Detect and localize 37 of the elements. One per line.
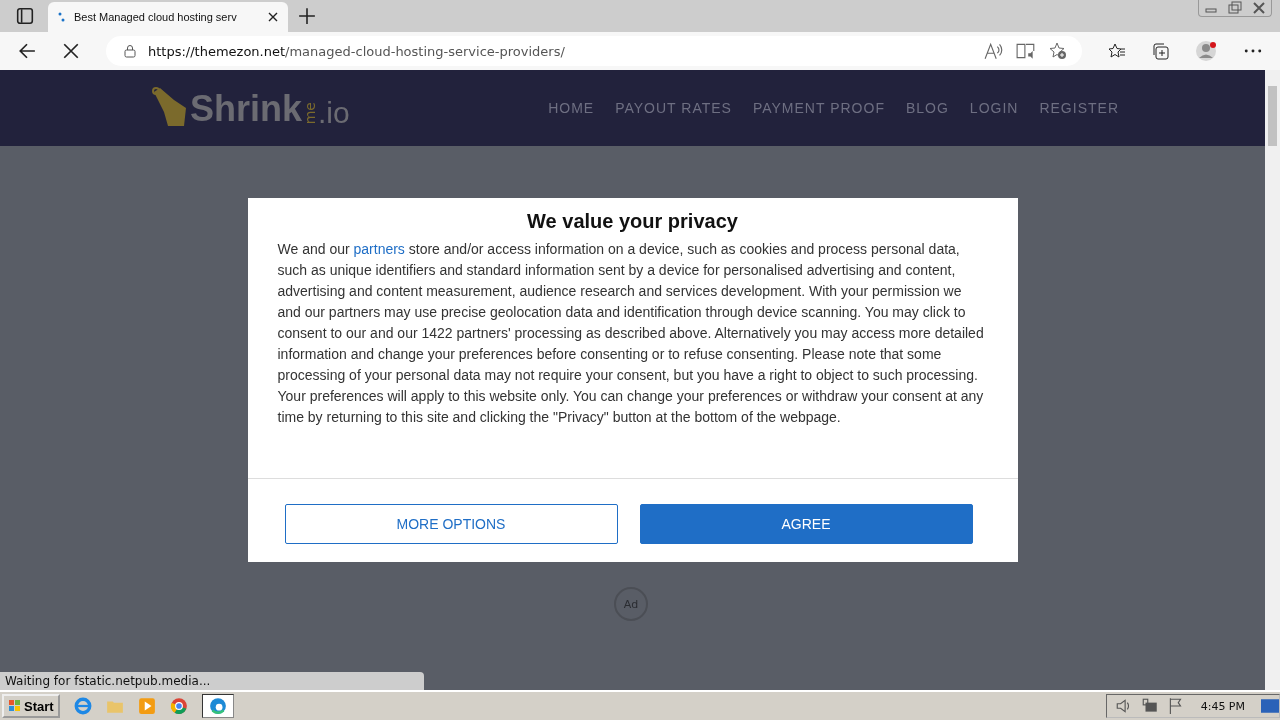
nav-link[interactable]: HOME	[548, 100, 595, 116]
add-favorite-icon[interactable]	[1048, 42, 1068, 60]
chrome-icon[interactable]	[169, 697, 188, 715]
profile-avatar[interactable]	[1196, 40, 1218, 62]
consent-text: We and our partners store and/or access information on a device, such as cookies and process personal data, such as unique identifiers and standard information sent by a device for personalised advertising and content, advertising and content measurement, audience research and services development. With your permission we and our partners may use precise geolocation data and identification through device scanning. You may click to consent to our and our 1422 partners' processing as described above. Alternatively you may access more detailed information and change your preferences before consenting or to refuse consenting. Please note that some processing of your personal data may not require your consent, but you have a right to object to such processing. Your preferences will apply to this website only. You can change your preferences or withdraw your consent at any time by returning to this site and clicking the "Privacy" button at the bottom of the webpage.	[276, 240, 985, 427]
loading-icon	[58, 12, 66, 22]
lock-icon	[124, 44, 136, 58]
status-bubble: Waiting for fstatic.netpub.media...	[0, 672, 424, 690]
nav-link[interactable]: LOGIN	[969, 100, 1019, 116]
start-button[interactable]: Start	[2, 694, 60, 718]
close-icon[interactable]	[268, 12, 278, 22]
nav-link[interactable]: REGISTER	[1039, 100, 1119, 116]
dialog-title: We value your privacy	[526, 209, 739, 234]
nav-link[interactable]: PAYMENT PROOF	[752, 100, 885, 116]
read-aloud-icon[interactable]	[984, 42, 1004, 60]
stop-icon[interactable]	[62, 42, 80, 60]
back-icon[interactable]	[18, 42, 36, 60]
options-button[interactable]: MORE OPTIONS	[284, 504, 618, 544]
browser-tab[interactable]: Best Managed cloud hosting serv	[48, 2, 288, 32]
windows-logo-icon	[8, 699, 22, 713]
agree-button[interactable]: AGREE	[639, 504, 973, 544]
partners-link[interactable]: partners	[353, 241, 405, 257]
network-icon[interactable]	[1140, 697, 1159, 715]
scrollbar[interactable]	[1265, 70, 1280, 690]
taskbar-button[interactable]	[201, 694, 234, 718]
show-desktop-icon[interactable]	[1261, 697, 1279, 715]
nav-link[interactable]: PAYOUT RATES	[615, 100, 732, 116]
address-bar[interactable]: https://themezon.net/managed-cloud-hosting-service-providers/	[106, 36, 1082, 66]
tab-actions-icon[interactable]	[16, 7, 34, 25]
favorites-icon[interactable]	[1108, 42, 1126, 60]
clock: 4:45 PM	[1200, 699, 1245, 713]
nav-link[interactable]: BLOG	[905, 100, 949, 116]
reader-icon[interactable]	[1016, 42, 1036, 60]
site-logo[interactable]: Shrink me .io	[150, 86, 350, 130]
collections-icon[interactable]	[1152, 42, 1170, 60]
edge-icon	[208, 697, 227, 715]
new-tab-icon[interactable]	[298, 7, 316, 25]
